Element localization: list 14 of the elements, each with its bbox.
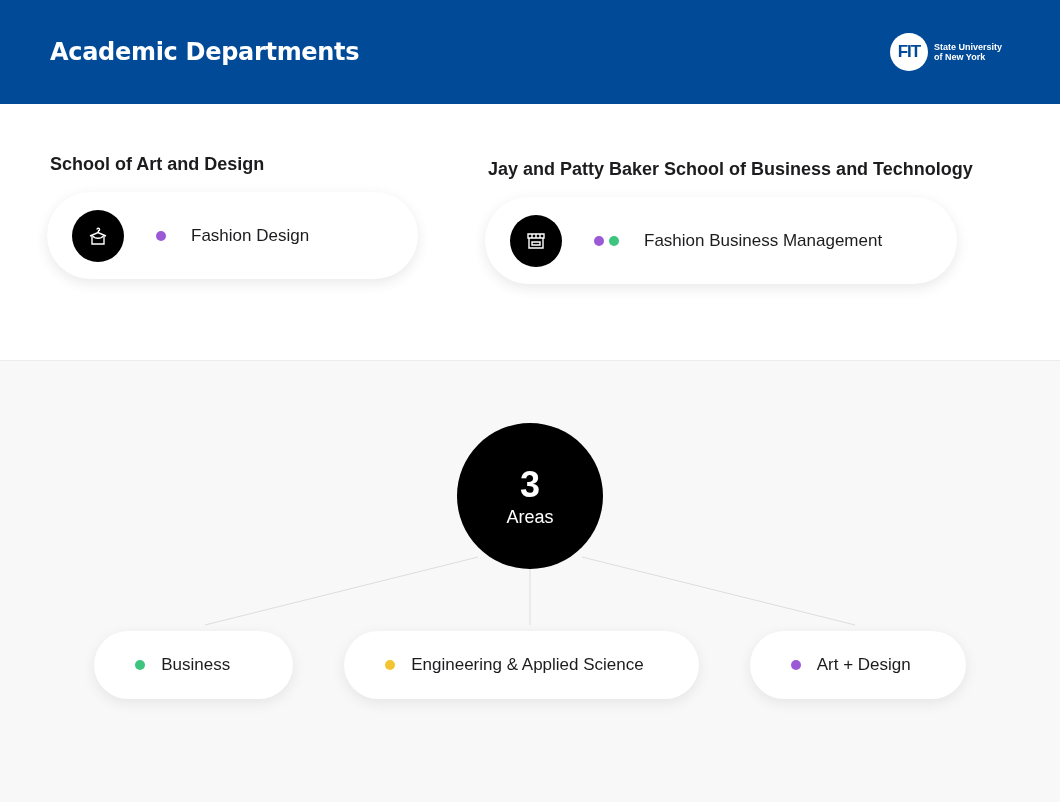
hanger-icon [72, 209, 124, 262]
area-count-label: Areas [506, 506, 554, 528]
school-heading: School of Art and Design [50, 154, 266, 175]
page-title: Academic Departments [50, 38, 360, 66]
school-heading: Jay and Patty Baker School of Business and Technology [488, 159, 973, 180]
store-icon [510, 214, 562, 267]
program-label: Fashion Design [191, 225, 310, 246]
area-count: 3 [520, 464, 540, 505]
logo-mark: FIT [889, 33, 928, 71]
logo-text: State University of New York [933, 42, 1002, 62]
program-label: Fashion Business Management [644, 230, 883, 251]
area-label: Art + Design [816, 655, 911, 675]
area-label: Engineering & Applied Science [411, 655, 644, 675]
area-label: Business [161, 655, 231, 675]
